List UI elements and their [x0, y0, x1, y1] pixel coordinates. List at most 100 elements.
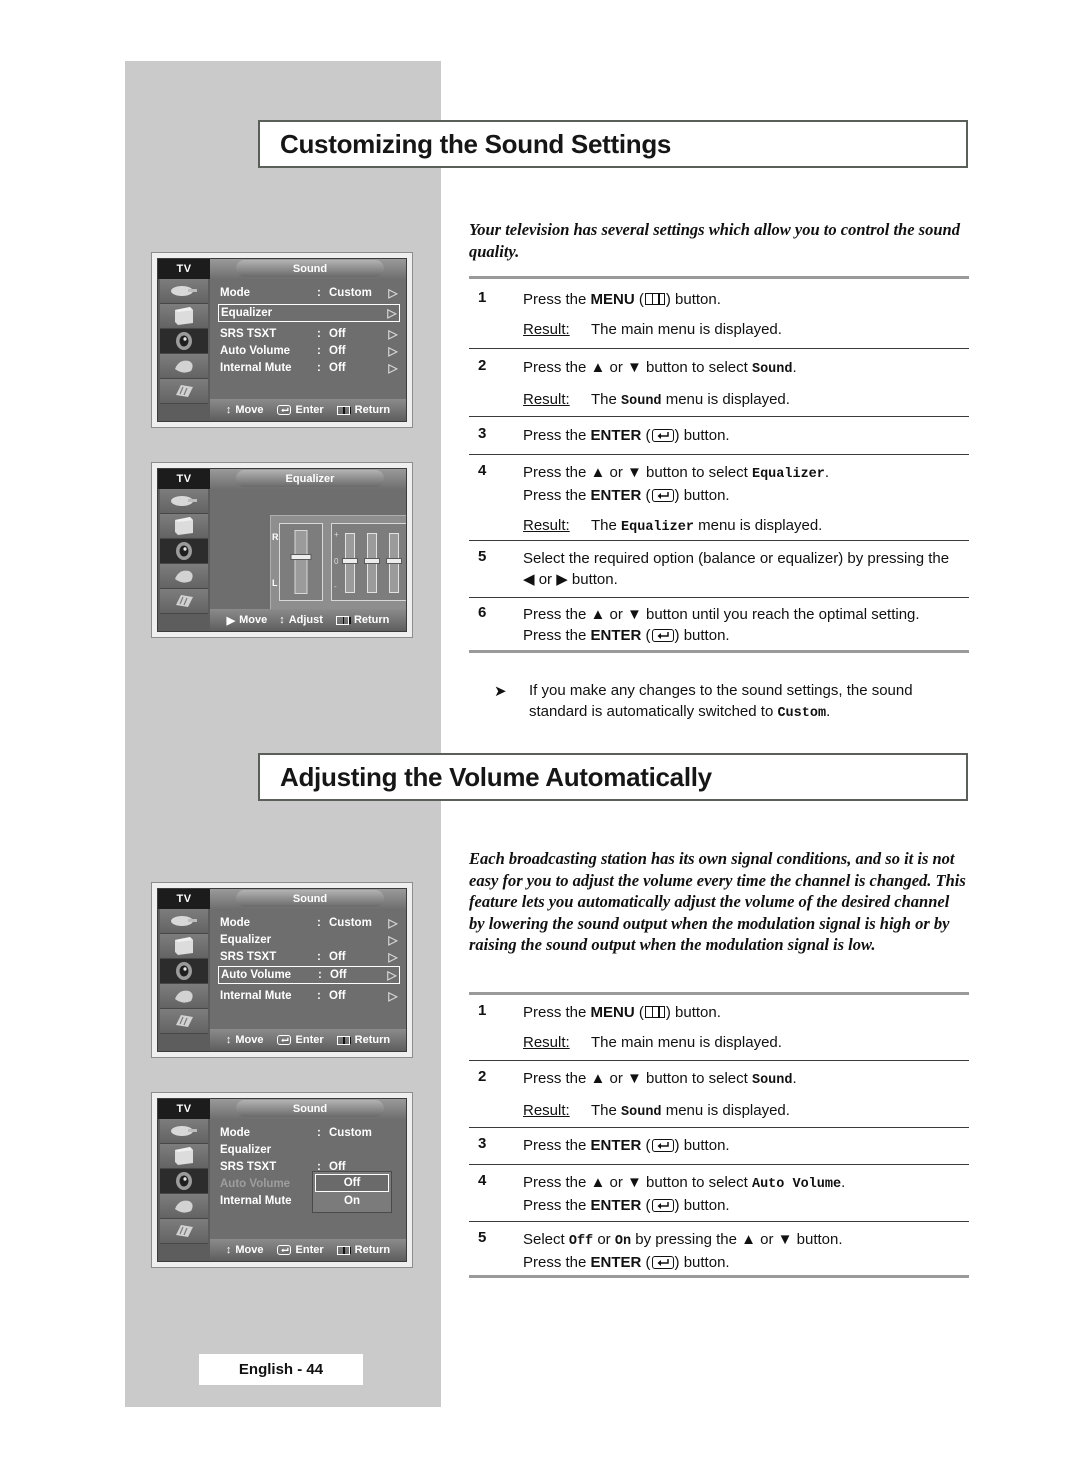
sidebar-icon-channel[interactable] — [160, 1194, 208, 1219]
sidebar-icon-channel[interactable] — [160, 564, 208, 589]
result-label: Result: — [523, 391, 570, 408]
sidebar-icon-sound[interactable] — [160, 539, 208, 564]
sidebar-icon-channel[interactable] — [160, 354, 208, 379]
sidebar-icon-tv[interactable] — [160, 934, 208, 959]
sidebar-icon-setup[interactable] — [160, 1219, 208, 1244]
step-text: Press the ENTER () button. — [523, 1137, 730, 1154]
chevron-right-icon: ▷ — [388, 989, 398, 1003]
divider — [469, 650, 969, 653]
enter-icon — [276, 405, 291, 415]
row-value: Off — [329, 362, 346, 374]
osd-row-srs-tsxt[interactable]: SRS TSXT : Off ▷ — [220, 949, 400, 965]
osd-row-equalizer[interactable]: Equalizer — [220, 1142, 400, 1158]
balance-l-label: L — [272, 578, 278, 588]
dropdown-option-on[interactable]: On — [315, 1192, 389, 1210]
step-1-6: 6 Press the ▲ or ▼ button until you reac… — [469, 604, 969, 646]
band-knob-300hz[interactable] — [364, 558, 380, 564]
step-text: Press the ENTER () button. — [523, 427, 730, 444]
menu-icon — [644, 1006, 665, 1018]
menu-icon — [336, 1245, 352, 1255]
osd-row-internal-mute[interactable]: Internal Mute : Off ▷ — [220, 360, 400, 376]
arrow-bullet-icon: ➤ — [494, 683, 507, 700]
step-number: 1 — [478, 1002, 487, 1019]
sidebar-icon-picture[interactable] — [160, 279, 208, 304]
row-label: Equalizer — [220, 934, 272, 946]
sidebar-icon-sound[interactable] — [160, 959, 208, 984]
result-text: The Sound menu is displayed. — [591, 391, 790, 409]
step-number: 1 — [478, 289, 487, 306]
enter-icon — [276, 1245, 291, 1255]
step-number: 6 — [478, 604, 487, 621]
sidebar-icon-tv[interactable] — [160, 304, 208, 329]
osd-tv-label: TV — [158, 1099, 210, 1119]
osd-row-mode[interactable]: Mode : Custom ▷ — [220, 915, 400, 931]
step-1-4: 4 Press the ▲ or ▼ button to select Equa… — [469, 462, 969, 538]
osd-row-mode[interactable]: Mode : Custom — [220, 1125, 400, 1141]
band-knob-100hz[interactable] — [342, 558, 358, 564]
updown-icon: ↕ — [225, 1034, 232, 1046]
equalizer-panel: R L Balance + 0 - + 0 - — [270, 515, 406, 621]
step-text: Press the MENU () button. — [523, 1004, 721, 1021]
balance-slider[interactable] — [279, 523, 323, 601]
osd-titlebar: TV Equalizer — [158, 469, 406, 489]
osd-title: Sound — [236, 260, 384, 277]
auto-volume-dropdown[interactable]: Off On — [312, 1171, 392, 1213]
row-label: SRS TSXT — [220, 328, 277, 340]
menu-icon — [335, 615, 351, 625]
step-text: Press the ▲ or ▼ button to select Equali… — [523, 464, 830, 482]
sidebar-icon-setup[interactable] — [160, 589, 208, 614]
row-label: Auto Volume — [220, 1178, 291, 1190]
hint-adjust: ↕ Adjust — [279, 614, 323, 626]
page-number-label: English - 44 — [238, 1361, 324, 1378]
equalizer-bands: + 0 - + 0 - — [331, 523, 406, 601]
sidebar-icon-setup[interactable] — [160, 1009, 208, 1034]
menu-icon — [336, 405, 352, 415]
hint-return: Return — [335, 614, 389, 626]
sidebar-icon-setup[interactable] — [160, 379, 208, 404]
osd-title: Sound — [236, 1100, 384, 1117]
section-heading-1-text: Customizing the Sound Settings — [280, 128, 672, 159]
row-label: Equalizer — [220, 1144, 272, 1156]
sidebar-icon-tv[interactable] — [160, 514, 208, 539]
osd-titlebar: TV Sound — [158, 889, 406, 909]
osd-menu-list: Mode : Custom ▷ Equalizer ▷ SRS TSXT : O… — [210, 279, 406, 399]
chevron-right-icon: ▷ — [388, 344, 398, 358]
osd-row-equalizer[interactable]: Equalizer ▷ — [218, 304, 400, 322]
menu-icon — [336, 1035, 352, 1045]
osd-row-srs-tsxt[interactable]: SRS TSXT : Off ▷ — [220, 326, 400, 342]
sidebar-icon-sound[interactable] — [160, 1169, 208, 1194]
osd-row-mode[interactable]: Mode : Custom ▷ — [220, 285, 400, 301]
divider — [469, 1164, 969, 1165]
sidebar-icon-channel[interactable] — [160, 984, 208, 1009]
step-2-3: 3 Press the ENTER () button. — [469, 1135, 969, 1156]
osd-title: Equalizer — [236, 470, 384, 487]
result-label: Result: — [523, 321, 570, 338]
sidebar-icon-picture[interactable] — [160, 909, 208, 934]
step-2-5: 5 Select Off or On by pressing the ▲ or … — [469, 1229, 969, 1273]
result-label: Result: — [523, 1102, 570, 1119]
osd-row-internal-mute[interactable]: Internal Mute : Off ▷ — [220, 988, 400, 1004]
step-text: Select Off or On by pressing the ▲ or ▼ … — [523, 1231, 843, 1249]
band-knob-1khz[interactable] — [386, 558, 402, 564]
row-label: Internal Mute — [220, 362, 292, 374]
row-value: Custom — [329, 917, 372, 929]
osd-hint-bar: ▶ Move ↕ Adjust Return — [210, 609, 406, 631]
osd-row-auto-volume[interactable]: Auto Volume : Off ▷ — [220, 343, 400, 359]
section-heading-2: Adjusting the Volume Automatically — [258, 753, 968, 801]
balance-knob[interactable] — [290, 554, 312, 560]
enter-icon — [651, 429, 674, 442]
updown-icon: ↕ — [225, 404, 232, 416]
sidebar-icon-picture[interactable] — [160, 1119, 208, 1144]
dropdown-option-off[interactable]: Off — [315, 1174, 389, 1192]
osd-row-auto-volume[interactable]: Auto Volume : Off ▷ — [218, 966, 400, 984]
row-label: Equalizer — [221, 307, 273, 319]
sidebar-icon-picture[interactable] — [160, 489, 208, 514]
enter-icon — [651, 629, 674, 642]
divider — [469, 416, 969, 417]
section-heading-2-text: Adjusting the Volume Automatically — [280, 761, 712, 792]
sidebar-icon-tv[interactable] — [160, 1144, 208, 1169]
osd-row-equalizer[interactable]: Equalizer ▷ — [220, 932, 400, 948]
row-label: SRS TSXT — [220, 1161, 277, 1173]
sidebar-icon-sound[interactable] — [160, 329, 208, 354]
row-value: Off — [329, 345, 346, 357]
